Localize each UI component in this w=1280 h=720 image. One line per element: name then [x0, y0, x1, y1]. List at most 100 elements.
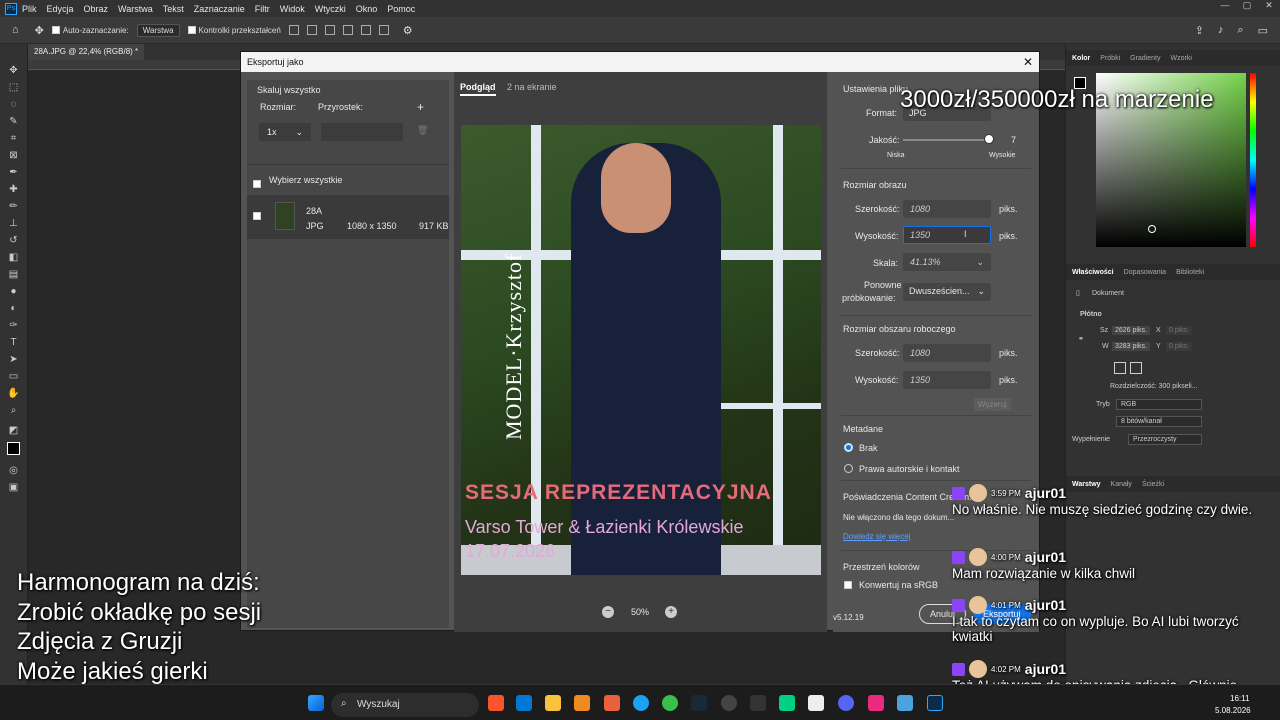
workspace-icon[interactable]: ▭ [1258, 24, 1268, 37]
export-file-row[interactable]: 28A JPG 1080 x 1350 917 KB [247, 195, 449, 239]
share-icon[interactable]: ⇪ [1195, 24, 1204, 37]
tab-libraries[interactable]: Biblioteki [1176, 269, 1204, 276]
x-field[interactable]: 0 piks. [1166, 326, 1193, 335]
minimize-button[interactable]: — [1214, 0, 1236, 17]
eyedropper-icon[interactable]: ✒ [7, 166, 20, 179]
learn-more-link[interactable]: Dowiedz się więcej [843, 532, 911, 541]
menu-select[interactable]: Zaznaczanie [189, 4, 250, 14]
vscode-icon[interactable] [516, 695, 532, 711]
brave-icon[interactable] [488, 695, 504, 711]
menu-plugins[interactable]: Wtyczki [310, 4, 351, 14]
photoshop-taskbar-icon[interactable] [927, 695, 943, 711]
shape-tool-icon[interactable]: ▭ [7, 370, 20, 383]
history-brush-icon[interactable]: ↺ [7, 234, 20, 247]
type-tool-icon[interactable]: T [7, 336, 20, 349]
distribute-icon[interactable] [378, 25, 389, 35]
menu-layer[interactable]: Warstwa [113, 4, 158, 14]
close-window-button[interactable]: ✕ [1258, 0, 1280, 17]
start-icon[interactable] [308, 695, 324, 711]
screen-mode-icon[interactable]: ▣ [7, 481, 20, 494]
lasso-tool-icon[interactable]: ◌ [7, 98, 20, 111]
convert-srgb-checkbox[interactable] [844, 581, 852, 589]
align-left-icon[interactable] [288, 25, 299, 35]
zoom-out-icon[interactable]: − [602, 606, 614, 618]
tab-properties[interactable]: Właściwości [1072, 269, 1114, 276]
eraser-icon[interactable]: ◧ [7, 251, 20, 264]
scale-dropdown[interactable]: 1x ⌄ [259, 123, 311, 141]
quick-mask-icon[interactable]: ◎ [7, 464, 20, 477]
transform-controls-checkbox[interactable] [187, 26, 196, 34]
tab-adjustments[interactable]: Dopasowania [1124, 269, 1166, 276]
portrait-orientation-icon[interactable] [1114, 362, 1126, 374]
metadata-copyright-radio[interactable] [844, 464, 853, 473]
blur-tool-icon[interactable]: ● [7, 285, 20, 298]
menu-view[interactable]: Widok [275, 4, 310, 14]
canvas-height-input[interactable]: 1350 [903, 371, 991, 389]
taskbar-search[interactable]: ⌕ Wyszukaj [331, 693, 479, 717]
canvas-width-input[interactable]: 1080 [903, 344, 991, 362]
default-colors-icon[interactable]: ◩ [7, 424, 20, 437]
tab-2x-screen[interactable]: 2 na ekranie [507, 82, 557, 92]
discord-icon[interactable] [838, 695, 854, 711]
y-field[interactable]: 0 piks. [1166, 342, 1193, 351]
tab-swatches[interactable]: Próbki [1100, 55, 1120, 62]
photoshop-logo-icon[interactable]: Ps [5, 2, 17, 15]
healing-brush-icon[interactable]: ✚ [7, 183, 20, 196]
tab-color[interactable]: Kolor [1072, 55, 1090, 62]
suffix-input[interactable] [321, 123, 403, 141]
hue-slider[interactable] [1250, 73, 1256, 247]
media-icon[interactable] [868, 695, 884, 711]
zoom-in-icon[interactable]: + [665, 606, 677, 618]
file-checkbox[interactable] [253, 212, 261, 220]
photos-icon[interactable] [897, 695, 913, 711]
crop-tool-icon[interactable]: ⌗ [7, 132, 20, 145]
menu-window[interactable]: Okno [351, 4, 383, 14]
align-top-icon[interactable] [342, 25, 353, 35]
edge-icon[interactable] [633, 695, 649, 711]
document-tab[interactable]: 28A.JPG @ 22,4% (RGB/8) * [28, 44, 145, 60]
auto-select-checkbox[interactable] [51, 26, 60, 34]
search-icon[interactable]: ⌕ [1237, 24, 1243, 37]
foreground-color-swatch[interactable] [7, 442, 20, 455]
add-scale-icon[interactable]: + [417, 100, 424, 114]
pen-tool-icon[interactable]: ✑ [7, 319, 20, 332]
tab-preview[interactable]: Podgląd [460, 82, 496, 96]
notion-icon[interactable] [808, 695, 824, 711]
color-picker-cursor[interactable] [1148, 225, 1156, 233]
fill-dropdown[interactable]: Przezroczysty [1128, 434, 1202, 445]
canvas-width-field[interactable]: 2626 piks. [1112, 326, 1150, 335]
quality-slider[interactable] [903, 139, 989, 141]
bit-depth-dropdown[interactable]: 8 bitów/kanał [1116, 416, 1202, 427]
frame-tool-icon[interactable]: ⊠ [7, 149, 20, 162]
brush-tool-icon[interactable]: ✏ [7, 200, 20, 213]
menu-type[interactable]: Tekst [158, 4, 189, 14]
link-icon[interactable]: ⚭ [1078, 335, 1084, 343]
claude-icon[interactable] [604, 695, 620, 711]
search-app-icon[interactable] [574, 695, 590, 711]
menu-file[interactable]: Plik [17, 4, 42, 14]
bell-icon[interactable]: ♪ [1218, 24, 1224, 36]
trash-icon[interactable]: 🗑 [417, 125, 428, 136]
zoom-tool-icon[interactable]: ⌕ [7, 404, 20, 417]
canvas-height-field[interactable]: 3283 piks. [1112, 342, 1150, 351]
hand-tool-icon[interactable]: ✋ [7, 387, 20, 400]
quick-select-icon[interactable]: ✎ [7, 115, 20, 128]
gear-icon[interactable]: ⚙ [403, 24, 413, 37]
select-all-checkbox[interactable] [253, 175, 261, 193]
dodge-tool-icon[interactable]: ◐ [7, 302, 20, 315]
terminal-icon[interactable] [750, 695, 766, 711]
tab-gradients[interactable]: Gradienty [1130, 55, 1160, 62]
auto-select-dropdown[interactable]: Warstwa [136, 23, 180, 37]
dialog-close-button[interactable]: ✕ [1023, 55, 1033, 69]
metadata-none-radio[interactable] [844, 443, 853, 452]
path-select-icon[interactable]: ➤ [7, 353, 20, 366]
menu-help[interactable]: Pomoc [382, 4, 420, 14]
folder-icon[interactable] [545, 695, 561, 711]
menu-filter[interactable]: Filtr [250, 4, 275, 14]
chrome-icon[interactable] [779, 695, 795, 711]
marquee-tool-icon[interactable]: ⬚ [7, 81, 20, 94]
menu-image[interactable]: Obraz [79, 4, 114, 14]
reset-button[interactable]: Wyzeruj [974, 398, 1011, 411]
gradient-tool-icon[interactable]: ▤ [7, 268, 20, 281]
tab-patterns[interactable]: Wzorki [1170, 55, 1191, 62]
